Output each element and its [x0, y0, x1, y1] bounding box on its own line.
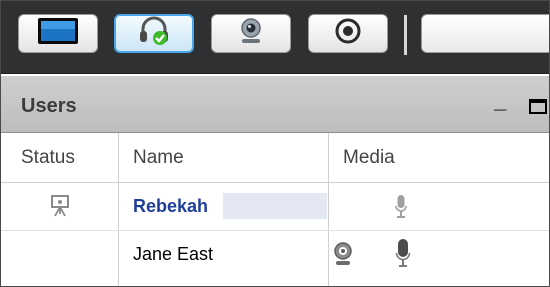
- toolbar-field[interactable]: [421, 14, 549, 53]
- webcam-icon: [332, 241, 354, 272]
- record-button[interactable]: [308, 14, 388, 53]
- name-highlight: [223, 193, 327, 219]
- maximize-icon[interactable]: [529, 99, 547, 114]
- monitor-icon: [37, 17, 79, 50]
- column-header-status[interactable]: Status: [1, 133, 118, 183]
- presenter-icon: [50, 194, 70, 223]
- users-panel-header: Users _: [1, 76, 549, 133]
- headset-check-icon: [137, 16, 171, 51]
- webcam-button[interactable]: [211, 14, 291, 53]
- column-header-media[interactable]: Media: [329, 133, 549, 183]
- users-panel-title: Users: [21, 95, 77, 117]
- audio-button[interactable]: [114, 14, 194, 53]
- user-name[interactable]: Jane East: [133, 244, 213, 265]
- users-window: Users _ Status Name Media Rebekah Jane E…: [0, 0, 550, 287]
- toolbar-separator: [404, 15, 407, 55]
- record-icon: [335, 18, 361, 49]
- column-header-name[interactable]: Name: [119, 133, 328, 183]
- webcam-icon: [236, 17, 266, 50]
- share-desktop-button[interactable]: [18, 14, 98, 53]
- microphone-icon: [395, 238, 411, 275]
- table-row[interactable]: [1, 231, 549, 281]
- toolbar: [1, 1, 549, 74]
- microphone-icon: [394, 194, 408, 225]
- minimize-icon[interactable]: _: [494, 88, 506, 114]
- user-name[interactable]: Rebekah: [133, 196, 208, 217]
